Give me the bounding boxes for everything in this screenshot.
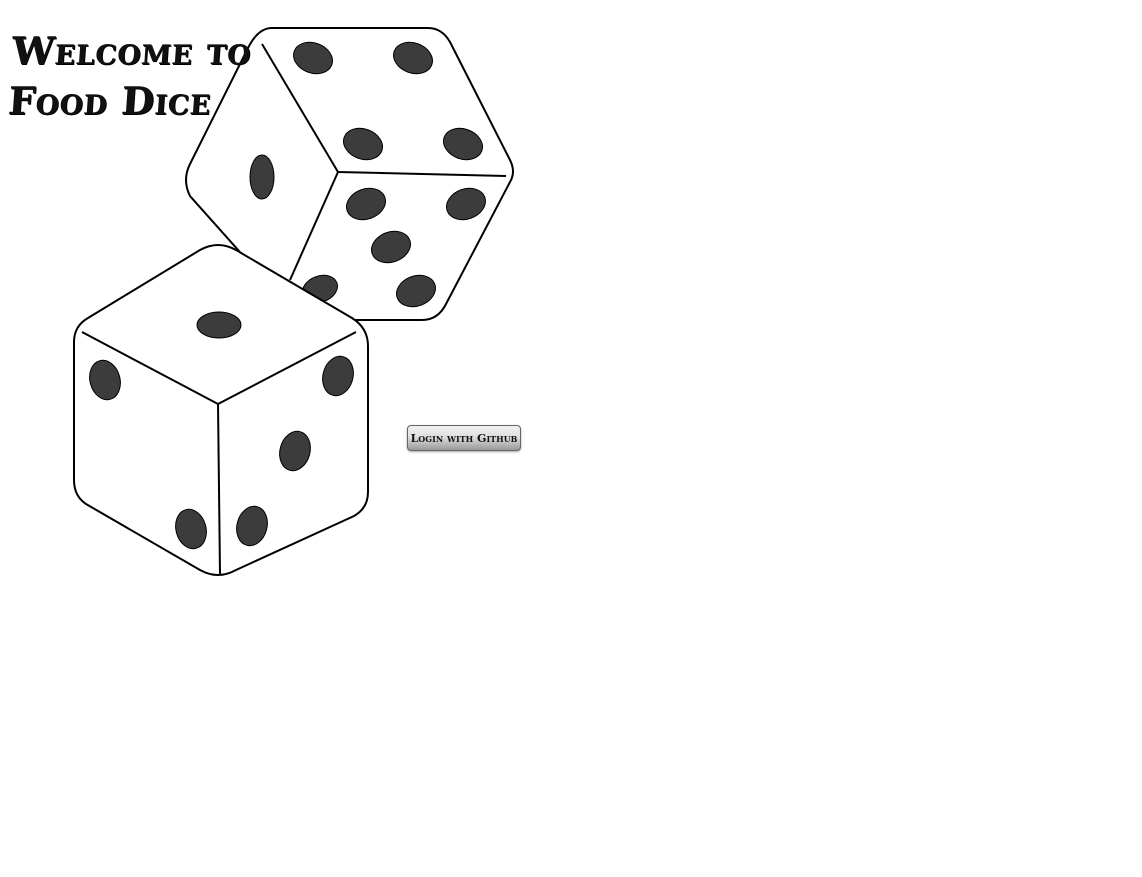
title-line-1: Welcome to [10,28,253,73]
title-line-2: Food Dice [6,78,213,123]
login-github-button[interactable]: Login with Github [407,425,521,451]
page-title: Welcome to Food Dice [7,26,254,126]
landing-page: Welcome to Food Dice Login with Github [0,0,1142,877]
